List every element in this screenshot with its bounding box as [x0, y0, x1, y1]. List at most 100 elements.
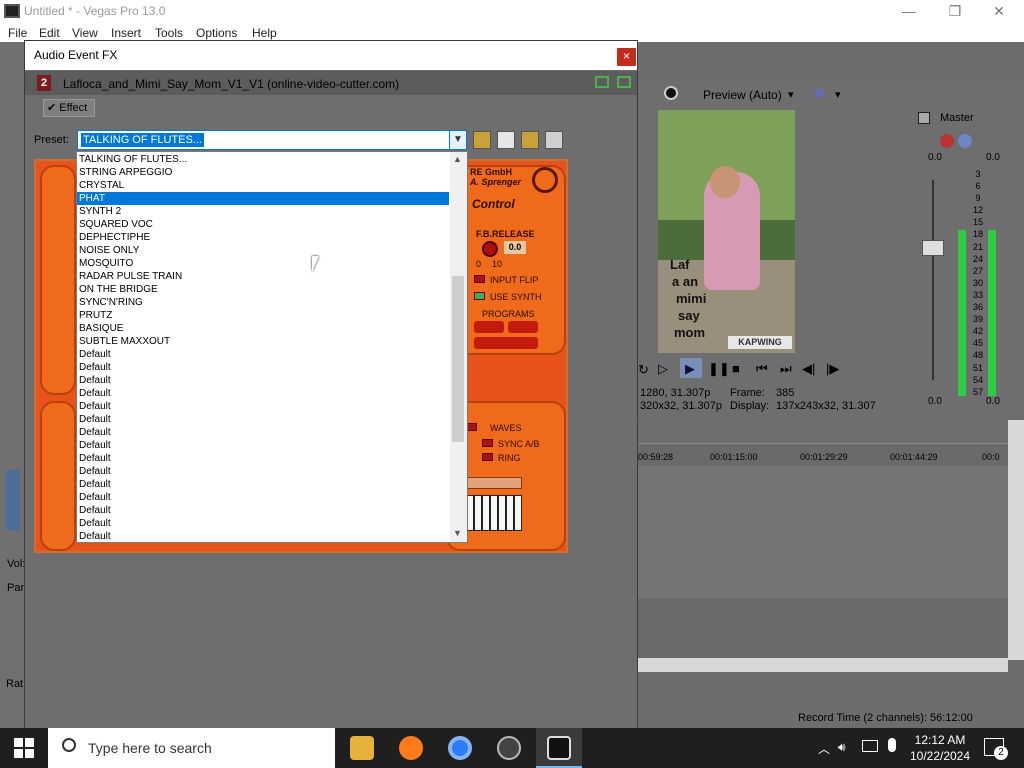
preset-item[interactable]: SQUARED VOC [77, 218, 449, 231]
preset-item[interactable]: TALKING OF FLUTES... [77, 153, 449, 166]
preset-item[interactable]: STRING ARPEGGIO [77, 166, 449, 179]
preset-item[interactable]: CRYSTAL [77, 179, 449, 192]
preset-list-scroll-thumb[interactable] [452, 276, 464, 442]
menu-help[interactable]: Help [252, 26, 277, 40]
browser-icon[interactable] [448, 736, 472, 760]
preset-item[interactable]: MOSQUITO [77, 257, 449, 270]
keyboard-icon[interactable] [466, 495, 522, 531]
microphone-icon[interactable] [888, 738, 896, 752]
scroll-up-icon[interactable]: ▲ [453, 154, 462, 164]
effect-bypass-tab[interactable]: ✔ Effect [43, 99, 95, 117]
loop-icon[interactable]: ↻ [638, 362, 649, 378]
preset-item[interactable]: ON THE BRIDGE [77, 283, 449, 296]
preview-quality-dropdown-icon[interactable]: ▾ [788, 88, 794, 101]
program-button-2[interactable] [508, 321, 538, 333]
vegas-app-icon [4, 4, 20, 18]
timecode-1: 00:59:28 [638, 452, 674, 462]
preset-item[interactable]: Default [77, 361, 449, 374]
go-to-end-icon[interactable]: ⏭ [780, 361, 792, 377]
preset-item[interactable]: Default [77, 439, 449, 452]
preset-item[interactable]: RADAR PULSE TRAIN [77, 270, 449, 283]
preset-item[interactable]: Default [77, 413, 449, 426]
preset-item[interactable]: Default [77, 504, 449, 517]
preset-dropdown-arrow-icon[interactable]: ▼ [449, 130, 467, 150]
use-synth-led[interactable] [474, 292, 485, 300]
taskbar-clock[interactable]: 12:12 AM 10/22/2024 [908, 732, 972, 764]
preset-item[interactable]: Default [77, 387, 449, 400]
file-explorer-icon[interactable] [350, 736, 374, 760]
menu-view[interactable]: View [72, 26, 98, 40]
windows-start-icon[interactable] [14, 738, 34, 758]
mute-icon[interactable] [958, 134, 972, 148]
menu-insert[interactable]: Insert [111, 26, 141, 40]
menu-edit[interactable]: Edit [39, 26, 60, 40]
ring-led[interactable] [482, 453, 493, 461]
waveform-selector[interactable] [466, 477, 522, 489]
preset-item[interactable]: Default [77, 348, 449, 361]
previous-frame-icon[interactable]: ◀| [802, 361, 815, 377]
play-from-start-icon[interactable]: ▷ [658, 361, 668, 377]
preset-list-scrollbar[interactable]: ▲ ▼ [450, 152, 467, 542]
pause-icon[interactable]: ❚❚ [708, 361, 730, 377]
preset-item[interactable]: Default [77, 530, 449, 542]
menu-options[interactable]: Options [196, 26, 237, 40]
obs-icon[interactable] [497, 736, 521, 760]
preset-item[interactable]: Default [77, 426, 449, 439]
preset-item[interactable]: Default [77, 517, 449, 530]
firefox-icon[interactable] [399, 736, 423, 760]
scroll-down-icon[interactable]: ▼ [453, 528, 462, 538]
grid-icon[interactable]: ▦ [814, 86, 824, 99]
next-frame-icon[interactable]: |▶ [826, 361, 839, 377]
preset-item[interactable]: BASIQUE [77, 322, 449, 335]
timeline-ruler[interactable] [638, 420, 1008, 444]
timeline-horizontal-scrollbar[interactable] [638, 658, 1008, 672]
input-flip-led[interactable] [474, 275, 485, 283]
preset-combobox[interactable]: TALKING OF FLUTES... [77, 130, 467, 150]
preview-quality[interactable]: Preview (Auto) [703, 88, 782, 102]
master-fader[interactable] [922, 240, 944, 256]
track-lane[interactable] [638, 466, 1008, 598]
overlay-dropdown-icon[interactable]: ▾ [835, 88, 841, 101]
program-select[interactable] [474, 337, 538, 349]
master-checkbox[interactable] [918, 112, 930, 124]
taskbar-search[interactable]: Type here to search [48, 728, 335, 768]
preset-item[interactable]: SYNC'N'RING [77, 296, 449, 309]
preset-item[interactable]: PRUTZ [77, 309, 449, 322]
volume-icon[interactable]: 🔊︎ [838, 740, 846, 755]
timecode-3: 00:01:29:29 [800, 452, 848, 462]
go-to-start-icon[interactable]: ⏮ [756, 361, 768, 377]
remove-plugin-icon[interactable] [617, 76, 631, 88]
dialog-close-button[interactable]: × [617, 48, 636, 66]
preset-item[interactable]: NOISE ONLY [77, 244, 449, 257]
plugin-chain-icon[interactable] [595, 76, 609, 88]
preset-item[interactable]: DEPHECTIPHE [77, 231, 449, 244]
record-icon[interactable] [664, 86, 678, 100]
save-preset-icon[interactable] [497, 131, 515, 149]
program-button-1[interactable] [474, 321, 504, 333]
stop-icon[interactable]: ■ [732, 361, 740, 376]
preset-item-highlighted[interactable]: PHAT [77, 192, 449, 205]
preset-item[interactable]: Default [77, 400, 449, 413]
show-hidden-icons[interactable]: ︿ [818, 740, 830, 757]
preset-item[interactable]: Default [77, 374, 449, 387]
preset-item[interactable]: Default [77, 478, 449, 491]
menu-file[interactable]: File [8, 26, 27, 40]
preset-item[interactable]: Default [77, 491, 449, 504]
network-icon[interactable] [862, 740, 878, 752]
close-button[interactable]: ✕ [976, 0, 1022, 24]
preset-item[interactable]: Default [77, 452, 449, 465]
preset-item[interactable]: SUBTLE MAXXOUT [77, 335, 449, 348]
timeline-vertical-scrollbar[interactable] [1008, 420, 1024, 660]
preset-item[interactable]: SYNTH 2 [77, 205, 449, 218]
fb-release-knob[interactable] [482, 241, 498, 257]
fx-icon[interactable] [940, 134, 954, 148]
sync-ab-led[interactable] [482, 439, 493, 447]
preset-item[interactable]: Default [77, 465, 449, 478]
refresh-presets-icon[interactable] [521, 131, 539, 149]
open-folder-icon[interactable] [473, 131, 491, 149]
plugin-properties-icon[interactable] [545, 131, 563, 149]
minimize-button[interactable]: — [886, 0, 932, 24]
menu-tools[interactable]: Tools [155, 26, 183, 40]
preset-dropdown-list[interactable]: TALKING OF FLUTES... STRING ARPEGGIO CRY… [76, 151, 468, 543]
maximize-button[interactable]: ❐ [932, 0, 978, 24]
